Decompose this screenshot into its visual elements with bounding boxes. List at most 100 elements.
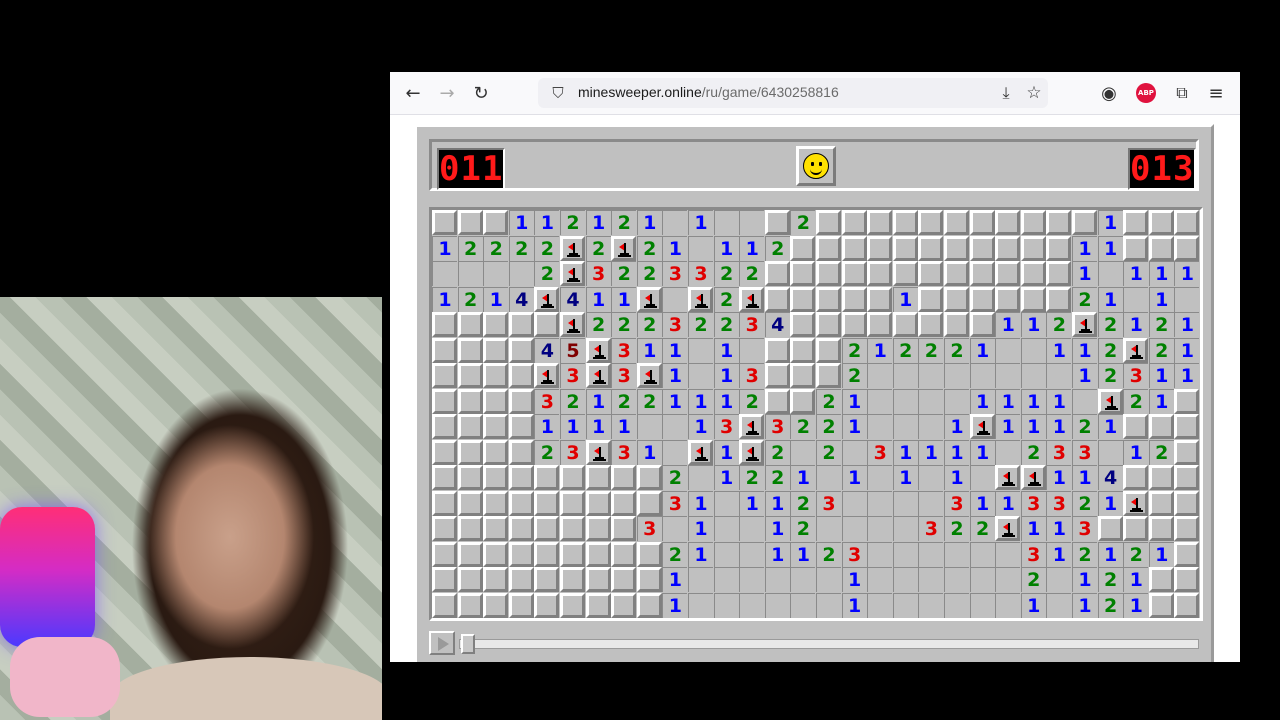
- hidden-cell[interactable]: [483, 363, 509, 388]
- number-cell[interactable]: 3: [688, 261, 713, 286]
- hidden-cell[interactable]: [457, 567, 483, 592]
- number-cell[interactable]: 1: [1174, 337, 1200, 363]
- open-cell[interactable]: [892, 592, 918, 618]
- number-cell[interactable]: 2: [713, 261, 739, 286]
- number-cell[interactable]: 1: [534, 414, 560, 439]
- hidden-cell[interactable]: [560, 490, 585, 516]
- flag-cell[interactable]: [1123, 337, 1149, 363]
- hidden-cell[interactable]: [892, 235, 918, 261]
- number-cell[interactable]: 2: [636, 312, 662, 337]
- hidden-cell[interactable]: [1174, 235, 1200, 261]
- hidden-cell[interactable]: [534, 567, 560, 592]
- hidden-cell[interactable]: [432, 414, 457, 439]
- number-cell[interactable]: 1: [969, 490, 995, 516]
- number-cell[interactable]: 1: [1123, 567, 1149, 592]
- open-cell[interactable]: [918, 490, 944, 516]
- hidden-cell[interactable]: [457, 465, 483, 490]
- number-cell[interactable]: 1: [739, 490, 765, 516]
- number-cell[interactable]: 3: [1020, 490, 1046, 516]
- hidden-cell[interactable]: [534, 592, 560, 618]
- number-cell[interactable]: 2: [534, 439, 560, 465]
- open-cell[interactable]: [713, 210, 739, 235]
- hidden-cell[interactable]: [764, 363, 790, 388]
- hidden-cell[interactable]: [508, 567, 534, 592]
- hidden-cell[interactable]: [764, 337, 790, 363]
- hidden-cell[interactable]: [1020, 261, 1046, 286]
- hidden-cell[interactable]: [432, 567, 457, 592]
- hidden-cell[interactable]: [995, 235, 1021, 261]
- number-cell[interactable]: 2: [739, 261, 765, 286]
- number-cell[interactable]: 1: [1072, 235, 1097, 261]
- number-cell[interactable]: 2: [688, 312, 713, 337]
- hidden-cell[interactable]: [508, 337, 534, 363]
- number-cell[interactable]: 1: [1072, 567, 1097, 592]
- number-cell[interactable]: 1: [1097, 210, 1123, 235]
- number-cell[interactable]: 1: [585, 210, 611, 235]
- number-cell[interactable]: 1: [662, 567, 688, 592]
- hidden-cell[interactable]: [969, 286, 995, 312]
- number-cell[interactable]: 1: [969, 388, 995, 414]
- hidden-cell[interactable]: [1123, 235, 1149, 261]
- number-cell[interactable]: 3: [1046, 439, 1072, 465]
- number-cell[interactable]: 1: [841, 592, 867, 618]
- number-cell[interactable]: 1: [1046, 541, 1072, 567]
- hidden-cell[interactable]: [508, 592, 534, 618]
- open-cell[interactable]: [944, 592, 969, 618]
- number-cell[interactable]: 2: [790, 490, 816, 516]
- hidden-cell[interactable]: [944, 312, 969, 337]
- number-cell[interactable]: 1: [1072, 337, 1097, 363]
- flag-cell[interactable]: [636, 363, 662, 388]
- open-cell[interactable]: [1046, 363, 1072, 388]
- forward-icon[interactable]: →: [435, 81, 459, 105]
- hidden-cell[interactable]: [892, 210, 918, 235]
- hidden-cell[interactable]: [534, 490, 560, 516]
- open-cell[interactable]: [995, 567, 1021, 592]
- open-cell[interactable]: [995, 439, 1021, 465]
- number-cell[interactable]: 1: [662, 235, 688, 261]
- hidden-cell[interactable]: [867, 235, 893, 261]
- hidden-cell[interactable]: [1174, 541, 1200, 567]
- open-cell[interactable]: [867, 541, 893, 567]
- number-cell[interactable]: 1: [1123, 312, 1149, 337]
- hidden-cell[interactable]: [918, 210, 944, 235]
- hidden-cell[interactable]: [432, 210, 457, 235]
- open-cell[interactable]: [816, 592, 841, 618]
- open-cell[interactable]: [867, 567, 893, 592]
- hidden-cell[interactable]: [1020, 235, 1046, 261]
- hidden-cell[interactable]: [816, 312, 841, 337]
- open-cell[interactable]: [739, 567, 765, 592]
- open-cell[interactable]: [764, 592, 790, 618]
- open-cell[interactable]: [688, 567, 713, 592]
- number-cell[interactable]: 1: [688, 541, 713, 567]
- hidden-cell[interactable]: [457, 210, 483, 235]
- hidden-cell[interactable]: [432, 388, 457, 414]
- number-cell[interactable]: 3: [1123, 363, 1149, 388]
- open-cell[interactable]: [790, 592, 816, 618]
- number-cell[interactable]: 2: [918, 337, 944, 363]
- open-cell[interactable]: [636, 414, 662, 439]
- hidden-cell[interactable]: [790, 312, 816, 337]
- hidden-cell[interactable]: [764, 261, 790, 286]
- open-cell[interactable]: [739, 337, 765, 363]
- number-cell[interactable]: 2: [713, 286, 739, 312]
- open-cell[interactable]: [841, 516, 867, 541]
- hidden-cell[interactable]: [483, 414, 509, 439]
- hidden-cell[interactable]: [457, 592, 483, 618]
- hidden-cell[interactable]: [585, 490, 611, 516]
- number-cell[interactable]: 1: [944, 439, 969, 465]
- hidden-cell[interactable]: [1046, 261, 1072, 286]
- open-cell[interactable]: [918, 388, 944, 414]
- number-cell[interactable]: 3: [534, 388, 560, 414]
- number-cell[interactable]: 1: [688, 516, 713, 541]
- hidden-cell[interactable]: [483, 388, 509, 414]
- open-cell[interactable]: [432, 261, 457, 286]
- number-cell[interactable]: 1: [995, 414, 1021, 439]
- replay-slider-thumb[interactable]: [461, 634, 475, 654]
- flag-cell[interactable]: [611, 235, 637, 261]
- open-cell[interactable]: [739, 516, 765, 541]
- open-cell[interactable]: [816, 567, 841, 592]
- number-cell[interactable]: 1: [432, 286, 457, 312]
- number-cell[interactable]: 2: [739, 465, 765, 490]
- number-cell[interactable]: 2: [662, 541, 688, 567]
- open-cell[interactable]: [1123, 286, 1149, 312]
